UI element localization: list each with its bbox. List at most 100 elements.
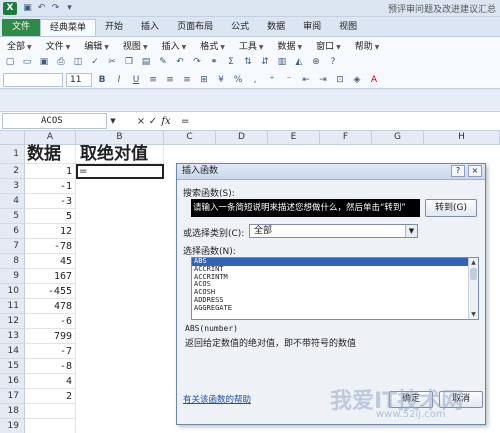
- bold-icon[interactable]: B: [95, 73, 109, 87]
- cell-a13[interactable]: 799: [25, 329, 76, 344]
- align-left-icon[interactable]: ≡: [146, 73, 160, 87]
- row-header-10[interactable]: 10: [0, 284, 25, 299]
- undo-icon[interactable]: ↶: [173, 55, 187, 69]
- customize-icon[interactable]: ▾: [64, 3, 75, 14]
- list-item[interactable]: ABS: [192, 258, 478, 266]
- menu-help[interactable]: 帮助 ▼: [348, 39, 387, 52]
- column-header-d[interactable]: D: [216, 131, 268, 145]
- open-icon[interactable]: ▭: [20, 55, 34, 69]
- menu-insert[interactable]: 插入 ▼: [155, 39, 194, 52]
- row-header-14[interactable]: 14: [0, 344, 25, 359]
- list-item[interactable]: ACCRINTM: [192, 273, 478, 282]
- name-box[interactable]: ACOS: [2, 113, 107, 129]
- tab-insert[interactable]: 插入: [132, 19, 168, 36]
- formula-input[interactable]: =: [181, 116, 189, 127]
- chevron-down-icon[interactable]: ▼: [405, 225, 417, 237]
- cell-a6[interactable]: 12: [25, 224, 76, 239]
- menu-tools[interactable]: 工具 ▼: [232, 39, 271, 52]
- function-list[interactable]: ABS ACCRINT ACCRINTM ACOS ACOSH ADDRESS …: [191, 257, 479, 320]
- menu-format[interactable]: 格式 ▼: [193, 39, 232, 52]
- search-function-input[interactable]: 请输入一条简短说明来描述您想做什么，然后单击“转到”: [191, 199, 420, 217]
- row-header-4[interactable]: 4: [0, 194, 25, 209]
- cell-a10[interactable]: -455: [25, 284, 76, 299]
- preview-icon[interactable]: ◫: [71, 55, 85, 69]
- column-header-h[interactable]: H: [424, 131, 500, 145]
- help-icon[interactable]: ?: [451, 165, 465, 177]
- cell-b2-active[interactable]: =: [76, 164, 164, 179]
- sort-asc-icon[interactable]: ⇅: [241, 55, 255, 69]
- column-header-f[interactable]: F: [320, 131, 372, 145]
- row-header-1[interactable]: 1: [0, 145, 25, 164]
- cell-a19[interactable]: [25, 419, 76, 433]
- row-header-9[interactable]: 9: [0, 269, 25, 284]
- drawing-icon[interactable]: ◭: [292, 55, 306, 69]
- font-color-icon[interactable]: A: [367, 73, 381, 87]
- scroll-thumb[interactable]: [470, 268, 477, 280]
- menu-data[interactable]: 数据 ▼: [270, 39, 309, 52]
- cell-a1[interactable]: 数据: [25, 145, 76, 164]
- tab-classic-menu[interactable]: 经典菜单: [40, 19, 97, 36]
- save-icon[interactable]: ▣: [22, 3, 33, 14]
- new-icon[interactable]: ▢: [3, 55, 17, 69]
- menu-file[interactable]: 文件 ▼: [39, 39, 78, 52]
- cell-a4[interactable]: -3: [25, 194, 76, 209]
- tab-formulas[interactable]: 公式: [222, 19, 258, 36]
- list-item[interactable]: ACCRINT: [192, 265, 478, 274]
- row-header-19[interactable]: 19: [0, 419, 25, 433]
- cell-a16[interactable]: 4: [25, 374, 76, 389]
- column-header-c[interactable]: C: [164, 131, 216, 145]
- align-right-icon[interactable]: ≡: [180, 73, 194, 87]
- cell-a5[interactable]: 5: [25, 209, 76, 224]
- sort-desc-icon[interactable]: ⇵: [258, 55, 272, 69]
- row-header-7[interactable]: 7: [0, 239, 25, 254]
- tab-file[interactable]: 文件: [2, 19, 41, 36]
- tab-home[interactable]: 开始: [96, 19, 132, 36]
- tab-data[interactable]: 数据: [258, 19, 294, 36]
- menu-view[interactable]: 视图 ▼: [116, 39, 155, 52]
- row-header-18[interactable]: 18: [0, 404, 25, 419]
- cell-a18[interactable]: [25, 404, 76, 419]
- column-header-b[interactable]: B: [76, 131, 164, 145]
- redo-icon[interactable]: ↷: [50, 3, 61, 14]
- column-header-a[interactable]: A: [25, 131, 76, 145]
- undo-icon[interactable]: ↶: [36, 3, 47, 14]
- italic-icon[interactable]: I: [112, 73, 126, 87]
- cell-a9[interactable]: 167: [25, 269, 76, 284]
- print-icon[interactable]: ⎙: [54, 55, 68, 69]
- row-header-2[interactable]: 2: [0, 164, 25, 179]
- font-name-select[interactable]: [3, 72, 63, 87]
- outdent-icon[interactable]: ⇤: [299, 73, 313, 87]
- cell-a12[interactable]: -6: [25, 314, 76, 329]
- list-item[interactable]: ACOS: [192, 281, 478, 289]
- row-header-6[interactable]: 6: [0, 224, 25, 239]
- cancel-formula-button[interactable]: ×: [135, 116, 147, 127]
- go-button[interactable]: 转到(G): [425, 199, 477, 217]
- enter-formula-button[interactable]: ✓: [147, 116, 159, 127]
- currency-icon[interactable]: ¥: [214, 73, 228, 87]
- indent-icon[interactable]: ⇥: [316, 73, 330, 87]
- row-header-16[interactable]: 16: [0, 374, 25, 389]
- format-painter-icon[interactable]: ✎: [156, 55, 170, 69]
- borders-icon[interactable]: ⊡: [333, 73, 347, 87]
- row-header-12[interactable]: 12: [0, 314, 25, 329]
- cell-a2[interactable]: 1: [25, 164, 76, 179]
- chart-icon[interactable]: ▥: [275, 55, 289, 69]
- menu-edit[interactable]: 编辑 ▼: [77, 39, 116, 52]
- paste-icon[interactable]: ▤: [139, 55, 153, 69]
- menu-window[interactable]: 窗口 ▼: [309, 39, 348, 52]
- list-item[interactable]: ACOSH: [192, 288, 478, 297]
- autosum-icon[interactable]: Σ: [224, 55, 238, 69]
- increase-decimal-icon[interactable]: ⁺: [265, 73, 279, 87]
- insert-function-button[interactable]: fx: [159, 116, 173, 127]
- row-header-11[interactable]: 11: [0, 299, 25, 314]
- hyperlink-icon[interactable]: ⚭: [207, 55, 221, 69]
- underline-icon[interactable]: U: [129, 73, 143, 87]
- zoom-icon[interactable]: ⊕: [309, 55, 323, 69]
- close-icon[interactable]: ×: [468, 165, 482, 177]
- category-select[interactable]: 全部 ▼: [249, 224, 418, 238]
- fill-color-icon[interactable]: ◈: [350, 73, 364, 87]
- comma-icon[interactable]: ,: [248, 73, 262, 87]
- scroll-up-icon[interactable]: ▲: [469, 258, 478, 267]
- tab-view[interactable]: 视图: [330, 19, 366, 36]
- menu-all[interactable]: 全部 ▼: [0, 39, 39, 52]
